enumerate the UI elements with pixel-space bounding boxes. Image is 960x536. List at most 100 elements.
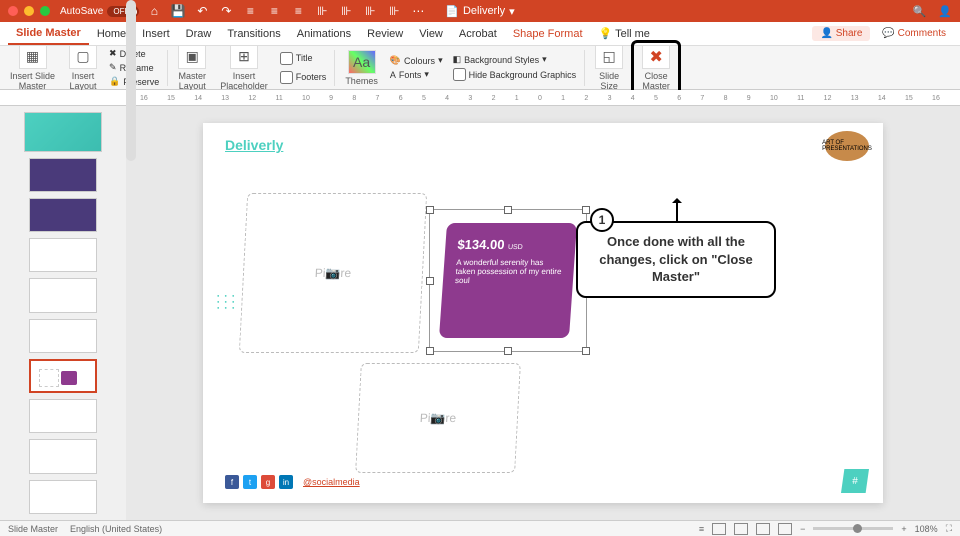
document-title: 📄 Deliverly▾ <box>445 5 514 18</box>
zoom-in-button[interactable]: + <box>901 524 906 534</box>
status-mode: Slide Master <box>8 524 58 534</box>
insert-layout-button[interactable]: ▢Insert Layout <box>63 45 103 91</box>
thumb-layout[interactable] <box>29 158 97 192</box>
social-link: @socialmedia <box>303 477 360 487</box>
resize-handle[interactable] <box>426 206 434 214</box>
tab-slide-master[interactable]: Slide Master <box>8 23 89 45</box>
fit-to-window-icon[interactable]: ⛶ <box>946 523 952 534</box>
resize-handle[interactable] <box>426 347 434 355</box>
status-bar: Slide Master English (United States) ≡ −… <box>0 520 960 536</box>
themes-button[interactable]: AaThemes <box>339 50 384 86</box>
facebook-icon: f <box>225 475 239 489</box>
thumb-layout[interactable] <box>29 439 97 473</box>
home-icon[interactable]: ⌂ <box>147 4 161 18</box>
distribute-icon[interactable]: ⊪ <box>339 4 353 18</box>
redo-icon[interactable]: ↷ <box>219 4 233 18</box>
align-icon[interactable]: ≡ <box>291 4 305 18</box>
horizontal-ruler: 1615141312111098765432101234567891011121… <box>0 90 960 106</box>
distribute-icon[interactable]: ⊪ <box>387 4 401 18</box>
annotation-arrow <box>676 200 678 222</box>
account-icon[interactable]: 👤 <box>938 5 952 18</box>
maximize-window-icon[interactable] <box>40 6 50 16</box>
thumb-master[interactable] <box>24 112 102 152</box>
tab-animations[interactable]: Animations <box>289 24 359 44</box>
powerpoint-icon: 📄 <box>445 5 459 18</box>
close-master-button[interactable]: ✖Close Master <box>636 45 676 91</box>
share-button[interactable]: 👤 Share <box>812 26 870 41</box>
slideshow-view-icon[interactable] <box>778 523 792 535</box>
tab-view[interactable]: View <box>411 24 451 44</box>
save-icon[interactable]: 💾 <box>171 4 185 18</box>
thumb-layout[interactable] <box>29 319 97 353</box>
title-bar: AutoSave OFF ⌂ 💾 ↶ ↷ ≡ ≡ ≡ ⊪ ⊪ ⊪ ⊪ ⋯ 📄 D… <box>0 0 960 22</box>
slide-thumbnails <box>0 106 126 520</box>
footers-checkbox[interactable]: Footers <box>280 70 327 85</box>
title-checkbox[interactable]: Title <box>280 51 327 66</box>
selection-box[interactable] <box>429 209 587 352</box>
tab-draw[interactable]: Draw <box>178 24 220 44</box>
thumb-layout[interactable] <box>29 198 97 232</box>
zoom-level[interactable]: 108% <box>915 524 938 534</box>
decorative-dots: ● ● ●● ● ●● ● ● <box>217 293 236 311</box>
resize-handle[interactable] <box>582 206 590 214</box>
status-language[interactable]: English (United States) <box>70 524 162 534</box>
picture-placeholder[interactable]: Pi📷re <box>239 193 427 353</box>
ribbon-tabs: Slide Master Home Insert Draw Transition… <box>0 22 960 46</box>
thumb-layout[interactable] <box>29 238 97 272</box>
tab-shape-format[interactable]: Shape Format <box>505 24 591 44</box>
master-layout-button[interactable]: ▣Master Layout <box>172 45 212 91</box>
picture-placeholder[interactable]: Pi📷re <box>355 363 521 473</box>
thumb-layout[interactable] <box>29 278 97 312</box>
align-icon[interactable]: ≡ <box>267 4 281 18</box>
annotation-number: 1 <box>590 208 614 232</box>
normal-view-icon[interactable] <box>712 523 726 535</box>
quick-access-toolbar: ⌂ 💾 ↶ ↷ ≡ ≡ ≡ ⊪ ⊪ ⊪ ⊪ ⋯ <box>147 4 425 18</box>
linkedin-icon: in <box>279 475 293 489</box>
thumb-layout[interactable] <box>29 480 97 514</box>
thumb-layout[interactable] <box>29 399 97 433</box>
tab-insert[interactable]: Insert <box>134 24 178 44</box>
hide-bg-checkbox[interactable]: Hide Background Graphics <box>453 67 577 82</box>
social-icons: f t g in @socialmedia <box>225 475 360 489</box>
resize-handle[interactable] <box>504 347 512 355</box>
reading-view-icon[interactable] <box>756 523 770 535</box>
zoom-out-button[interactable]: − <box>800 524 805 534</box>
annotation-callout: 1 Once done with all the changes, click … <box>576 221 776 298</box>
close-window-icon[interactable] <box>8 6 18 16</box>
brand-logo: Deliverly <box>225 137 283 153</box>
more-icon[interactable]: ⋯ <box>411 4 425 18</box>
zoom-slider[interactable] <box>813 527 893 530</box>
slide-canvas: Deliverly ART OF PRESENTATIONS ● ● ●● ● … <box>126 106 960 520</box>
main-area: Deliverly ART OF PRESENTATIONS ● ● ●● ● … <box>0 106 960 520</box>
comments-button[interactable]: 💬 Comments <box>876 26 952 41</box>
window-controls[interactable] <box>8 6 50 16</box>
search-icon[interactable]: 🔍 <box>913 5 927 18</box>
resize-handle[interactable] <box>582 347 590 355</box>
page-number-badge: # <box>841 469 869 493</box>
minimize-window-icon[interactable] <box>24 6 34 16</box>
tab-review[interactable]: Review <box>359 24 411 44</box>
undo-icon[interactable]: ↶ <box>195 4 209 18</box>
resize-handle[interactable] <box>504 206 512 214</box>
sorter-view-icon[interactable] <box>734 523 748 535</box>
insert-placeholder-button[interactable]: ⊞Insert Placeholder <box>214 45 274 91</box>
bg-styles-dropdown[interactable]: ◧ Background Styles ▾ <box>453 53 577 66</box>
align-icon[interactable]: ≡ <box>243 4 257 18</box>
distribute-icon[interactable]: ⊪ <box>363 4 377 18</box>
distribute-icon[interactable]: ⊪ <box>315 4 329 18</box>
tab-acrobat[interactable]: Acrobat <box>451 24 505 44</box>
resize-handle[interactable] <box>426 277 434 285</box>
google-icon: g <box>261 475 275 489</box>
corner-logo: ART OF PRESENTATIONS <box>825 131 869 161</box>
tab-transitions[interactable]: Transitions <box>219 24 288 44</box>
colours-dropdown[interactable]: 🎨 Colours ▾ <box>390 54 443 67</box>
thumb-layout-selected[interactable] <box>29 359 97 393</box>
ribbon: ▦Insert Slide Master ▢Insert Layout ✖ De… <box>0 46 960 90</box>
slide[interactable]: Deliverly ART OF PRESENTATIONS ● ● ●● ● … <box>203 123 883 503</box>
close-master-highlight: ✖Close Master <box>631 40 681 96</box>
fonts-dropdown[interactable]: A Fonts ▾ <box>390 68 443 81</box>
slide-size-button[interactable]: ◱Slide Size <box>589 45 629 91</box>
notes-button[interactable]: ≡ <box>699 524 704 534</box>
insert-slide-master-button[interactable]: ▦Insert Slide Master <box>4 45 61 91</box>
twitter-icon: t <box>243 475 257 489</box>
